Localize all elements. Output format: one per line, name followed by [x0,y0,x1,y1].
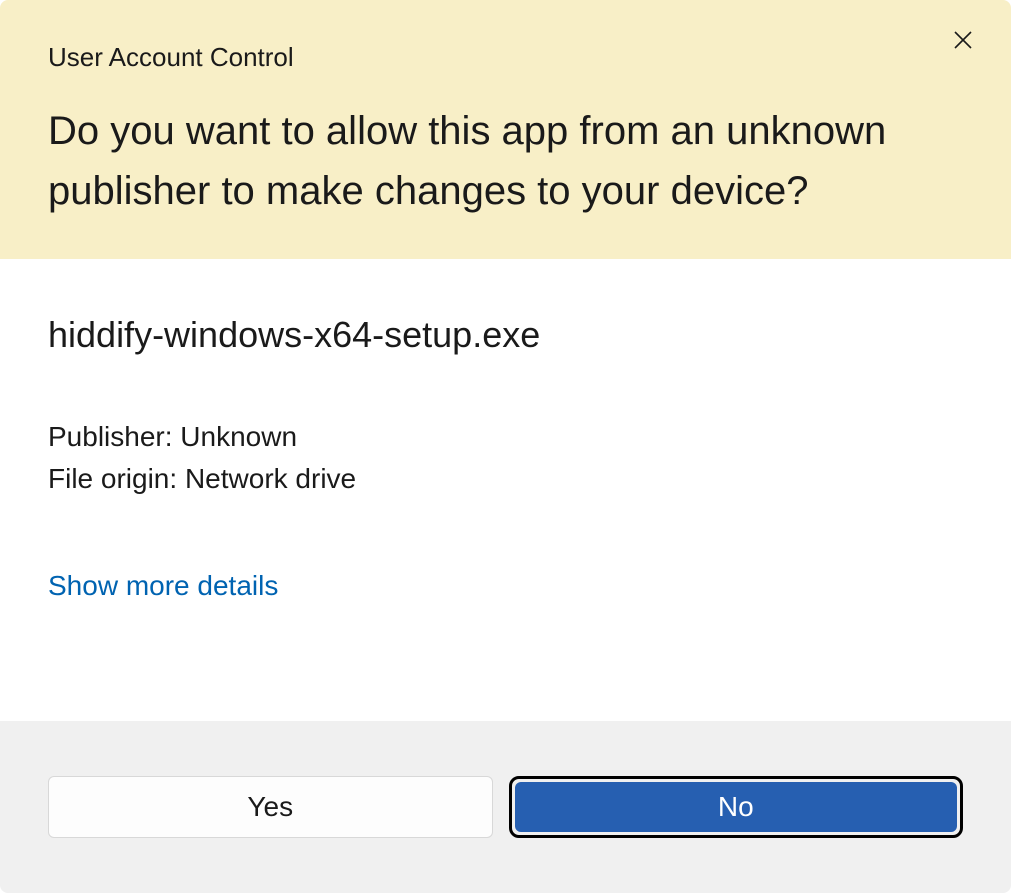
publisher-label: Publisher: [48,421,173,452]
app-filename: hiddify-windows-x64-setup.exe [48,314,963,356]
dialog-body: hiddify-windows-x64-setup.exe Publisher:… [0,259,1011,721]
close-button[interactable] [943,20,983,60]
publisher-line: Publisher: Unknown [48,416,963,458]
close-icon [951,28,975,52]
dialog-title: User Account Control [48,42,963,73]
yes-button[interactable]: Yes [48,776,493,838]
no-button[interactable]: No [515,782,958,832]
no-button-focus-ring: No [509,776,964,838]
dialog-footer: Yes No [0,721,1011,893]
show-details-link[interactable]: Show more details [48,570,278,602]
uac-dialog: User Account Control Do you want to allo… [0,0,1011,893]
origin-line: File origin: Network drive [48,458,963,500]
origin-value: Network drive [185,463,356,494]
dialog-header: User Account Control Do you want to allo… [0,0,1011,259]
publisher-value: Unknown [180,421,297,452]
dialog-question: Do you want to allow this app from an un… [48,101,963,221]
origin-label: File origin: [48,463,177,494]
